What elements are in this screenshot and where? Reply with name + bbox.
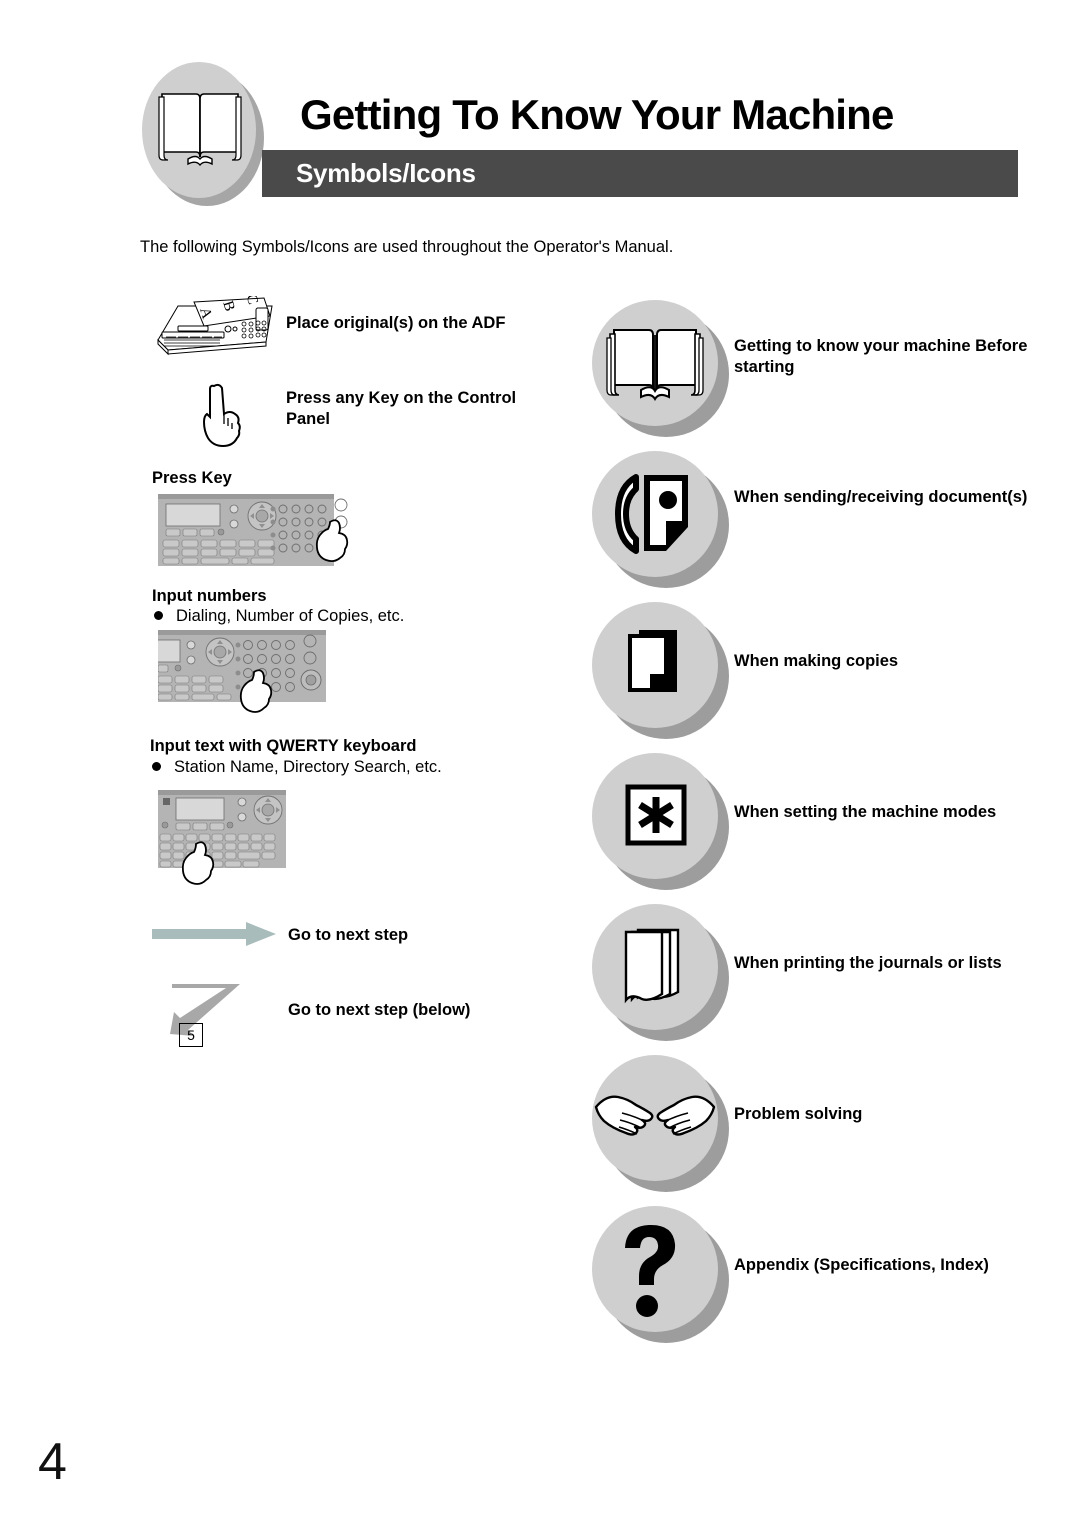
right-medallion-1 — [592, 451, 732, 591]
right-medallion-6 — [592, 1206, 732, 1346]
right-medallion-2 — [592, 602, 732, 742]
right-item-label-6: Appendix (Specifications, Index) — [734, 1256, 989, 1274]
fax-handset-icon — [615, 474, 688, 554]
open-book-icon — [606, 329, 704, 402]
right-medallion-5 — [592, 1055, 732, 1195]
right-item-label-3: When setting the machine modes — [734, 803, 997, 821]
right-item-label-0: Getting to know your machine Before star… — [734, 337, 1028, 376]
right-item-label-2: When making copies — [734, 652, 899, 670]
right-medallion-3 — [592, 753, 732, 893]
page-number: 4 — [38, 1433, 67, 1491]
right-column: Getting to know your machine Before star… — [0, 0, 1080, 1528]
copy-pages-icon — [628, 630, 677, 692]
right-item-label-5: Problem solving — [734, 1105, 863, 1123]
right-medallion-0 — [592, 300, 732, 440]
right-medallion-4 — [592, 904, 732, 1044]
paper-stack-icon — [624, 928, 680, 1004]
question-mark-icon — [625, 1224, 676, 1317]
right-item-label-4: When printing the journals or lists — [734, 954, 1002, 972]
two-hands-icon — [594, 1095, 716, 1136]
asterisk-box-icon — [625, 784, 687, 846]
right-item-label-1: When sending/receiving document(s) — [734, 488, 1028, 506]
